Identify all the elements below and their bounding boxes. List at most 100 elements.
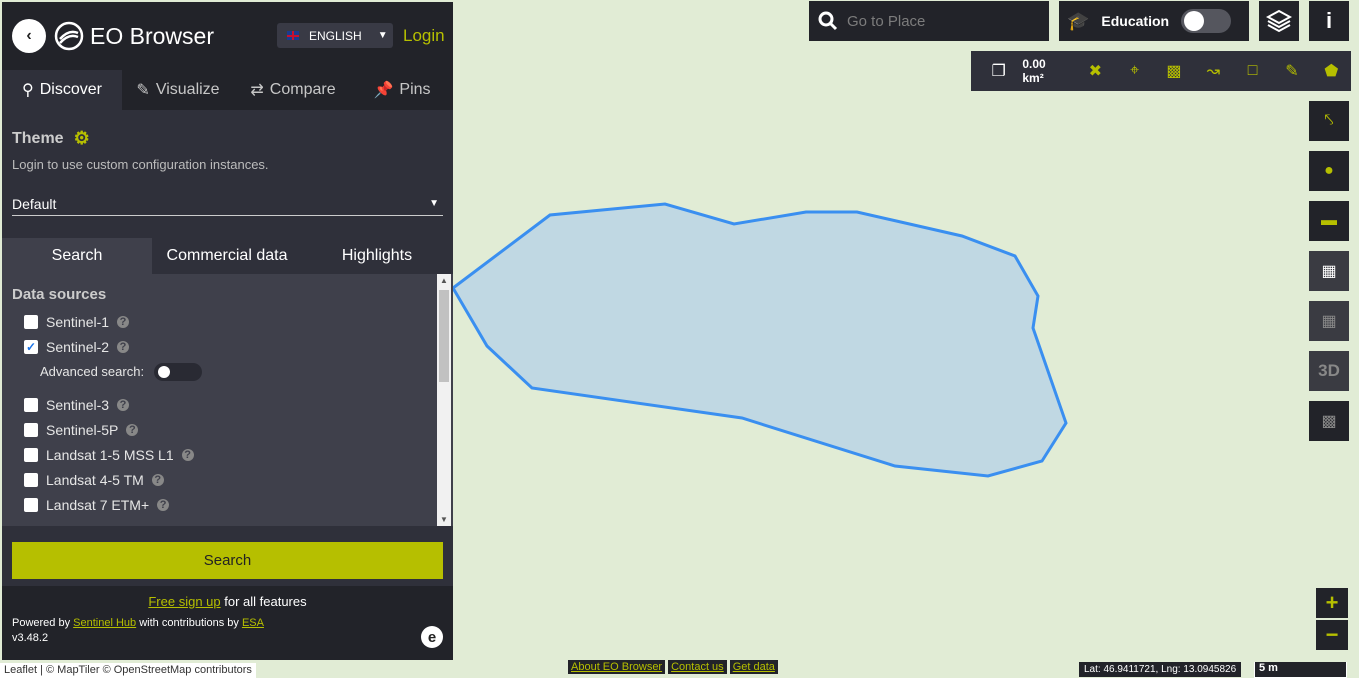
subtab-commercial-data[interactable]: Commercial data <box>152 238 302 274</box>
contact-link[interactable]: Contact us <box>668 660 727 674</box>
datasource-sentinel-5p[interactable]: Sentinel-5P? <box>12 417 443 442</box>
layers-icon <box>1266 9 1292 33</box>
help-icon[interactable]: ? <box>117 315 130 328</box>
search-icon: ⚲ <box>22 82 34 99</box>
scroll-up-icon[interactable]: ▲ <box>440 276 448 285</box>
info-button[interactable]: i <box>1309 1 1349 41</box>
checkbox[interactable] <box>24 497 38 512</box>
image-download-icon: ▦ <box>1321 263 1337 280</box>
scroll-down-icon[interactable]: ▼ <box>440 515 448 524</box>
datasource-landsat-4-5-tm[interactable]: Landsat 4-5 TM? <box>12 467 443 492</box>
datasource-sentinel-1[interactable]: Sentinel-1? <box>12 309 443 334</box>
line-draw-icon: ⤣ <box>1324 112 1334 129</box>
datasource-landsat-1-5-mss[interactable]: Landsat 1-5 MSS L1? <box>12 442 443 467</box>
close-icon[interactable]: ✖ <box>1076 61 1115 81</box>
language-label: ENGLISH <box>309 28 362 43</box>
datasource-sentinel-3[interactable]: Sentinel-3? <box>12 392 443 417</box>
theme-selected-value: Default <box>12 195 57 212</box>
theme-select[interactable]: Default ▼ <box>12 192 443 216</box>
get-data-link[interactable]: Get data <box>729 660 778 674</box>
signup-text: for all features <box>220 594 307 609</box>
crosshair-icon[interactable]: ⌖ <box>1115 62 1154 80</box>
gear-icon[interactable]: ⚙ <box>74 128 90 149</box>
rectangle-icon[interactable]: □ <box>1233 62 1272 80</box>
bar-chart-icon[interactable]: ▩ <box>1154 61 1193 81</box>
search-button[interactable]: Search <box>12 542 443 579</box>
datasource-sentinel-2[interactable]: ✓ Sentinel-2? <box>12 334 443 359</box>
scale-bar: 5 m <box>1254 662 1347 678</box>
uk-flag-icon <box>287 31 299 40</box>
line-chart-icon[interactable]: ↝ <box>1194 61 1233 81</box>
datasource-label: Sentinel-2 <box>46 338 110 355</box>
education-toggle[interactable] <box>1181 9 1232 33</box>
collapse-panel-button[interactable]: ‹ <box>12 19 46 53</box>
main-tabs: ⚲ Discover ✎ Visualize ⇄ Compare 📌 Pins <box>2 70 453 110</box>
ruler-icon: ▬ <box>1321 212 1337 229</box>
area-value: 0.00 km² <box>1022 57 1046 85</box>
tab-pins[interactable]: 📌 Pins <box>352 70 452 110</box>
esa-link[interactable]: ESA <box>242 617 264 629</box>
3d-button[interactable]: 3D <box>1309 351 1349 391</box>
ruler-button[interactable]: ▬ <box>1309 201 1349 241</box>
layers-button[interactable] <box>1259 1 1299 41</box>
copy-icon[interactable]: ❐ <box>979 61 1018 81</box>
tab-compare[interactable]: ⇄ Compare <box>234 70 352 110</box>
statistics-button[interactable]: ▩ <box>1309 401 1349 441</box>
panel-footer: Free sign up for all features Powered by… <box>2 586 453 660</box>
checkbox[interactable] <box>24 314 38 329</box>
help-icon[interactable]: ? <box>126 423 139 436</box>
pencil-icon[interactable]: ✎ <box>1272 61 1311 81</box>
marker-button[interactable]: ● <box>1309 151 1349 191</box>
datasource-landsat-7-etm[interactable]: Landsat 7 ETM+? <box>12 492 443 517</box>
subtab-highlights[interactable]: Highlights <box>302 238 452 274</box>
datasource-label: Landsat 4-5 TM <box>46 471 144 488</box>
help-icon[interactable]: ? <box>117 398 130 411</box>
area-toolbar: ❐ 0.00 km² ✖ ⌖ ▩ ↝ □ ✎ ⬟ <box>971 51 1351 91</box>
polygon-icon[interactable]: ⬟ <box>1312 61 1351 81</box>
compare-icon: ⇄ <box>250 82 264 99</box>
tab-visualize[interactable]: ✎ Visualize <box>122 70 234 110</box>
theme-title: Theme <box>12 129 64 147</box>
zoom-in-button[interactable]: + <box>1316 588 1348 618</box>
checkbox[interactable] <box>24 422 38 437</box>
tab-label: Compare <box>269 81 336 98</box>
pin-icon: 📌 <box>373 82 394 99</box>
timelapse-button[interactable]: ▦ <box>1309 301 1349 341</box>
panel-header: ‹ EO Browser ENGLISH ▼ Login <box>2 2 453 70</box>
search-icon <box>809 11 847 31</box>
help-icon[interactable]: ? <box>117 340 130 353</box>
zoom-out-button[interactable]: − <box>1316 620 1348 650</box>
tab-label: Visualize <box>155 81 220 98</box>
subtab-search[interactable]: Search <box>2 238 152 274</box>
measure-line-button[interactable]: ⤣ <box>1309 101 1349 141</box>
free-signup-link[interactable]: Free sign up <box>148 594 220 609</box>
language-select[interactable]: ENGLISH ▼ <box>277 23 393 48</box>
bar-chart-icon: ▩ <box>1321 413 1337 430</box>
advanced-search-toggle[interactable] <box>154 362 203 381</box>
checkbox-checked[interactable]: ✓ <box>24 339 38 354</box>
graduation-cap-icon: 🎓 <box>1067 10 1090 31</box>
checkbox[interactable] <box>24 447 38 462</box>
help-icon[interactable]: ? <box>157 498 170 511</box>
tab-discover[interactable]: ⚲ Discover <box>2 70 122 110</box>
image-download-button[interactable]: ▦ <box>1309 251 1349 291</box>
sentinel-hub-link[interactable]: Sentinel Hub <box>73 617 136 629</box>
app-title: EO Browser <box>90 22 214 49</box>
data-sources-title: Data sources <box>12 286 107 303</box>
scrollbar[interactable]: ▲ ▼ <box>437 274 451 526</box>
side-panel: ‹ EO Browser ENGLISH ▼ Login ⚲ Discover … <box>2 2 453 660</box>
go-to-place-input[interactable] <box>847 12 1037 30</box>
login-link[interactable]: Login <box>403 26 445 46</box>
tab-label: Discover <box>39 81 102 98</box>
about-link[interactable]: About EO Browser <box>568 660 666 674</box>
drawn-polygon[interactable] <box>451 202 1068 478</box>
checkbox[interactable] <box>24 397 38 412</box>
help-icon[interactable]: ? <box>181 448 194 461</box>
datasource-label: Sentinel-3 <box>46 396 110 413</box>
esa-logo-icon: e <box>421 626 443 648</box>
scrollbar-thumb[interactable] <box>439 290 449 382</box>
map-pin-icon: ● <box>1324 162 1334 179</box>
map-attribution: Leaflet | © MapTiler © OpenStreetMap con… <box>0 663 256 678</box>
checkbox[interactable] <box>24 472 38 487</box>
help-icon[interactable]: ? <box>151 473 164 486</box>
